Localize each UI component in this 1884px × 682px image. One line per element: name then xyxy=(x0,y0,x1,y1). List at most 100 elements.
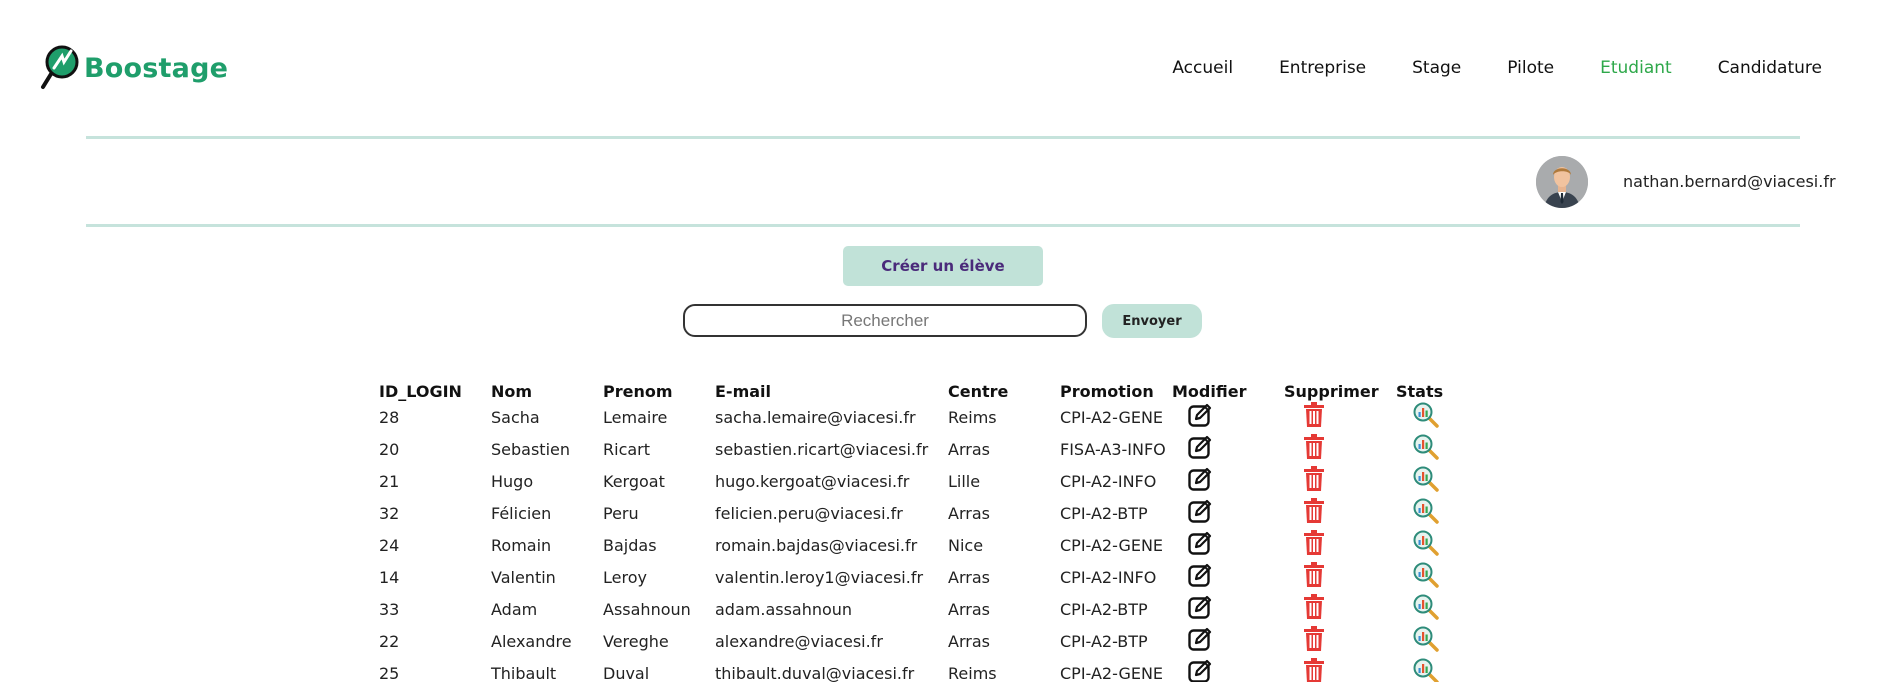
edit-icon[interactable] xyxy=(1187,402,1213,428)
col-header-centre: Centre xyxy=(948,381,1009,401)
create-student-button[interactable]: Créer un élève xyxy=(843,246,1043,286)
cell-id: 24 xyxy=(379,535,400,555)
edit-icon-cell xyxy=(1172,401,1284,433)
user-email: nathan.bernard@viacesi.fr xyxy=(1623,172,1836,191)
cell-promotion: CPI-A2-BTP xyxy=(1060,599,1148,619)
cell-centre: Reims xyxy=(948,407,997,427)
cell-centre: Arras xyxy=(948,503,990,523)
cell-nom: Hugo xyxy=(491,471,534,491)
stats-search-icon-cell xyxy=(1396,625,1456,657)
edit-icon-cell xyxy=(1172,465,1284,497)
cell-prenom: Assahnoun xyxy=(603,599,691,619)
divider-bottom xyxy=(86,224,1800,227)
cell-centre: Arras xyxy=(948,439,990,459)
cell-promotion: CPI-A2-BTP xyxy=(1060,631,1148,651)
stats-search-icon-cell xyxy=(1396,593,1456,625)
cell-centre: Reims xyxy=(948,663,997,682)
cell-id: 32 xyxy=(379,503,400,523)
edit-icon[interactable] xyxy=(1187,626,1213,652)
edit-icon[interactable] xyxy=(1187,498,1213,524)
nav-item-stage[interactable]: Stage xyxy=(1412,58,1461,78)
edit-icon[interactable] xyxy=(1187,658,1213,682)
trash-icon[interactable] xyxy=(1303,434,1325,460)
trash-icon[interactable] xyxy=(1303,402,1325,428)
stats-search-icon[interactable] xyxy=(1412,497,1440,525)
cell-centre: Lille xyxy=(948,471,981,491)
cell-prenom: Lemaire xyxy=(603,407,668,427)
cell-promotion: CPI-A2-GENE xyxy=(1060,663,1164,682)
col-header-modifier: Modifier xyxy=(1172,381,1247,401)
col-header-promotion: Promotion xyxy=(1060,381,1154,401)
edit-icon[interactable] xyxy=(1187,594,1213,620)
stats-search-icon[interactable] xyxy=(1412,561,1440,589)
table-row: 25 Thibault Duval thibault.duval@viacesi.fr… xyxy=(379,657,1456,682)
user-avatar-icon[interactable] xyxy=(1536,156,1588,208)
col-header-email: E-mail xyxy=(715,381,772,401)
trash-icon[interactable] xyxy=(1303,562,1325,588)
edit-icon[interactable] xyxy=(1187,466,1213,492)
nav-item-entreprise[interactable]: Entreprise xyxy=(1279,58,1366,78)
cell-nom: Adam xyxy=(491,599,538,619)
stats-search-icon-cell xyxy=(1396,529,1456,561)
table-row: 21 Hugo Kergoat hugo.kergoat@viacesi.fr Lill… xyxy=(379,465,1456,497)
stats-search-icon-cell xyxy=(1396,433,1456,465)
cell-nom: Alexandre xyxy=(491,631,572,651)
brand-name: Boostage xyxy=(84,52,229,84)
cell-prenom: Vereghe xyxy=(603,631,669,651)
nav-item-etudiant[interactable]: Etudiant xyxy=(1600,58,1672,78)
edit-icon-cell xyxy=(1172,657,1284,682)
cell-promotion: CPI-A2-GENE xyxy=(1060,407,1164,427)
trash-icon-cell xyxy=(1284,465,1396,497)
nav-item-accueil[interactable]: Accueil xyxy=(1172,58,1233,78)
cell-nom: Romain xyxy=(491,535,552,555)
cell-promotion: CPI-A2-GENE xyxy=(1060,535,1164,555)
trash-icon-cell xyxy=(1284,401,1396,433)
trash-icon[interactable] xyxy=(1303,466,1325,492)
cell-nom: Sebastien xyxy=(491,439,570,459)
cell-promotion: CPI-A2-INFO xyxy=(1060,567,1157,587)
stats-search-icon-cell xyxy=(1396,465,1456,497)
stats-search-icon[interactable] xyxy=(1412,625,1440,653)
trash-icon[interactable] xyxy=(1303,626,1325,652)
cell-promotion: CPI-A2-INFO xyxy=(1060,471,1157,491)
table-row: 32 Félicien Peru felicien.peru@viacesi.fr Ar… xyxy=(379,497,1456,529)
cell-id: 28 xyxy=(379,407,400,427)
edit-icon-cell xyxy=(1172,625,1284,657)
search-input[interactable] xyxy=(683,304,1087,337)
stats-search-icon[interactable] xyxy=(1412,465,1440,493)
edit-icon[interactable] xyxy=(1187,530,1213,556)
logo-magnifier-icon xyxy=(41,45,79,89)
cell-prenom: Kergoat xyxy=(603,471,665,491)
trash-icon[interactable] xyxy=(1303,594,1325,620)
divider-top xyxy=(86,136,1800,139)
edit-icon-cell xyxy=(1172,433,1284,465)
cell-nom: Valentin xyxy=(491,567,556,587)
cell-email: hugo.kergoat@viacesi.fr xyxy=(715,471,910,491)
cell-email: sacha.lemaire@viacesi.fr xyxy=(715,407,916,427)
brand-logo[interactable]: Boostage xyxy=(40,44,228,92)
trash-icon[interactable] xyxy=(1303,658,1325,682)
trash-icon-cell xyxy=(1284,657,1396,682)
stats-search-icon[interactable] xyxy=(1412,401,1440,429)
trash-icon[interactable] xyxy=(1303,530,1325,556)
trash-icon[interactable] xyxy=(1303,498,1325,524)
user-bar: nathan.bernard@viacesi.fr xyxy=(1536,156,1884,208)
stats-search-icon[interactable] xyxy=(1412,593,1440,621)
stats-search-icon[interactable] xyxy=(1412,433,1440,461)
nav-item-candidature[interactable]: Candidature xyxy=(1718,58,1822,78)
col-header-id: ID_LOGIN xyxy=(379,381,462,401)
cell-prenom: Duval xyxy=(603,663,650,682)
cell-email: sebastien.ricart@viacesi.fr xyxy=(715,439,929,459)
table-row: 24 Romain Bajdas romain.bajdas@viacesi.fr Ni… xyxy=(379,529,1456,561)
cell-email: romain.bajdas@viacesi.fr xyxy=(715,535,918,555)
nav-item-pilote[interactable]: Pilote xyxy=(1507,58,1554,78)
edit-icon[interactable] xyxy=(1187,562,1213,588)
search-submit-button[interactable]: Envoyer xyxy=(1102,304,1202,338)
stats-search-icon-cell xyxy=(1396,401,1456,433)
trash-icon-cell xyxy=(1284,625,1396,657)
edit-icon[interactable] xyxy=(1187,434,1213,460)
cell-email: adam.assahnoun xyxy=(715,599,853,619)
stats-search-icon[interactable] xyxy=(1412,657,1440,682)
students-table: ID_LOGIN Nom Prenom E-mail Centre Promot… xyxy=(379,381,1456,682)
stats-search-icon[interactable] xyxy=(1412,529,1440,557)
